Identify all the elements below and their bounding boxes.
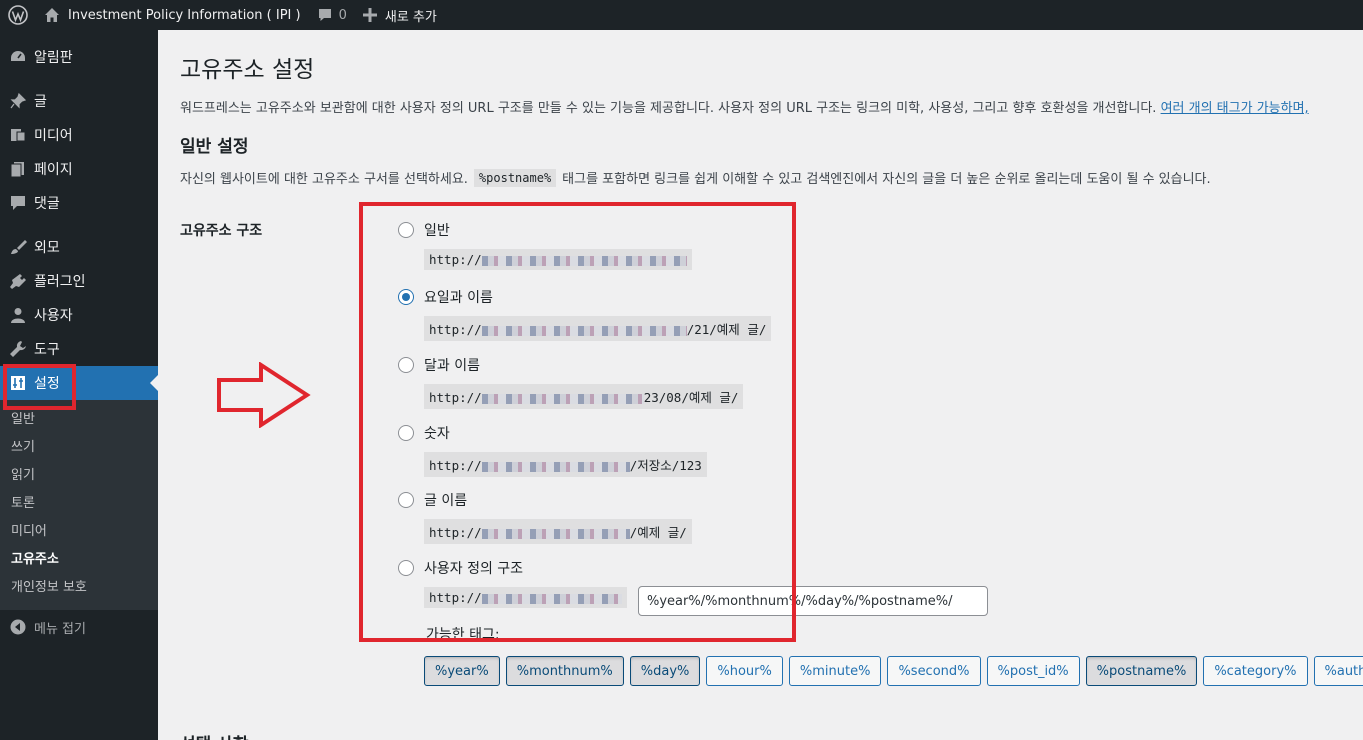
collapse-menu-button[interactable]: 메뉴 접기 (0, 610, 158, 644)
annotation-arrow-icon (217, 362, 311, 428)
collapse-menu-label: 메뉴 접기 (34, 621, 86, 637)
annotation-highlight-box (359, 202, 796, 642)
comments-link[interactable]: 0 (309, 0, 355, 30)
menu-comments[interactable]: 댓글 (0, 186, 158, 220)
plugin-icon (8, 271, 28, 291)
tag-year-button[interactable]: %year% (424, 656, 500, 686)
tag-postname-button[interactable]: %postname% (1085, 656, 1198, 686)
menu-label: 외모 (34, 240, 60, 256)
section-desc-text: 태그를 포함하면 링크를 쉽게 이해할 수 있고 검색엔진에서 자신의 글을 더… (562, 172, 1211, 187)
menu-media[interactable]: 미디어 (0, 118, 158, 152)
menu-label: 플러그인 (34, 274, 86, 290)
menu-label: 사용자 (34, 308, 73, 324)
intro-text: 워드프레스는 고유주소와 보관함에 대한 사용자 정의 URL 구조를 만들 수… (180, 97, 1309, 116)
intro-body: 워드프레스는 고유주소와 보관함에 대한 사용자 정의 URL 구조를 만들 수… (180, 101, 1161, 116)
submenu-discussion[interactable]: 토론 (0, 490, 158, 518)
optional-section-title: 선택 사항 (180, 730, 248, 740)
tag-hour-button[interactable]: %hour% (706, 656, 783, 686)
comment-icon (8, 193, 28, 213)
submenu-media[interactable]: 미디어 (0, 518, 158, 546)
page-title: 고유주소 설정 (180, 57, 315, 83)
plus-icon (362, 8, 377, 22)
site-name-label: Investment Policy Information ( IPI ) (68, 7, 301, 23)
site-name-link[interactable]: Investment Policy Information ( IPI ) (36, 0, 309, 30)
section-description: 자신의 웹사이트에 대한 고유주소 구서를 선택하세요. %postname% … (180, 168, 1211, 187)
submenu-permalinks[interactable]: 고유주소 (0, 546, 158, 574)
menu-label: 미디어 (34, 128, 73, 144)
page-icon (8, 159, 28, 179)
tag-second-button[interactable]: %second% (887, 656, 981, 686)
submenu-privacy[interactable]: 개인정보 보호 (0, 574, 158, 602)
submenu-writing[interactable]: 쓰기 (0, 434, 158, 462)
menu-label: 글 (34, 94, 47, 110)
menu-label: 댓글 (34, 196, 60, 212)
settings-submenu: 일반 쓰기 읽기 토론 미디어 고유주소 개인정보 보호 (0, 400, 158, 610)
comments-count: 0 (338, 7, 347, 23)
postname-code: %postname% (473, 168, 557, 187)
new-content-link[interactable]: 새로 추가 (355, 0, 445, 30)
menu-users[interactable]: 사용자 (0, 298, 158, 332)
tag-author-button[interactable]: %author% (1313, 656, 1363, 686)
comment-bubble-icon (317, 7, 333, 23)
docs-link[interactable]: 여러 개의 태그가 가능하며, (1161, 101, 1309, 116)
home-icon (44, 7, 60, 23)
wrench-icon (8, 339, 28, 359)
section-title: 일반 설정 (180, 137, 249, 157)
user-icon (8, 305, 28, 325)
menu-appearance[interactable]: 외모 (0, 230, 158, 264)
menu-posts[interactable]: 글 (0, 84, 158, 118)
annotation-menu-highlight (3, 364, 76, 410)
collapse-arrow-icon (8, 617, 28, 637)
menu-plugins[interactable]: 플러그인 (0, 264, 158, 298)
submenu-general[interactable]: 일반 (0, 406, 158, 434)
tag-post-id-button[interactable]: %post_id% (986, 656, 1080, 686)
submenu-reading[interactable]: 읽기 (0, 462, 158, 490)
pin-icon (8, 91, 28, 111)
menu-pages[interactable]: 페이지 (0, 152, 158, 186)
permalink-structure-label: 고유주소 구조 (180, 223, 263, 239)
menu-tools[interactable]: 도구 (0, 332, 158, 366)
tag-monthnum-button[interactable]: %monthnum% (505, 656, 624, 686)
section-desc-text: 자신의 웹사이트에 대한 고유주소 구서를 선택하세요. (180, 172, 468, 187)
menu-label: 페이지 (34, 162, 73, 178)
menu-dashboard[interactable]: 알림판 (0, 40, 158, 74)
tag-minute-button[interactable]: %minute% (788, 656, 882, 686)
new-content-label: 새로 추가 (384, 9, 437, 25)
tag-buttons: %year% %monthnum% %day% %hour% %minute% … (424, 656, 1363, 686)
media-icon (8, 125, 28, 145)
tag-day-button[interactable]: %day% (629, 656, 701, 686)
wordpress-logo-icon[interactable] (0, 0, 36, 30)
menu-label: 알림판 (34, 50, 73, 66)
brush-icon (8, 237, 28, 257)
admin-bar: Investment Policy Information ( IPI ) 0 … (0, 0, 1363, 30)
tag-category-button[interactable]: %category% (1203, 656, 1308, 686)
menu-label: 도구 (34, 342, 60, 358)
dashboard-icon (8, 47, 28, 67)
